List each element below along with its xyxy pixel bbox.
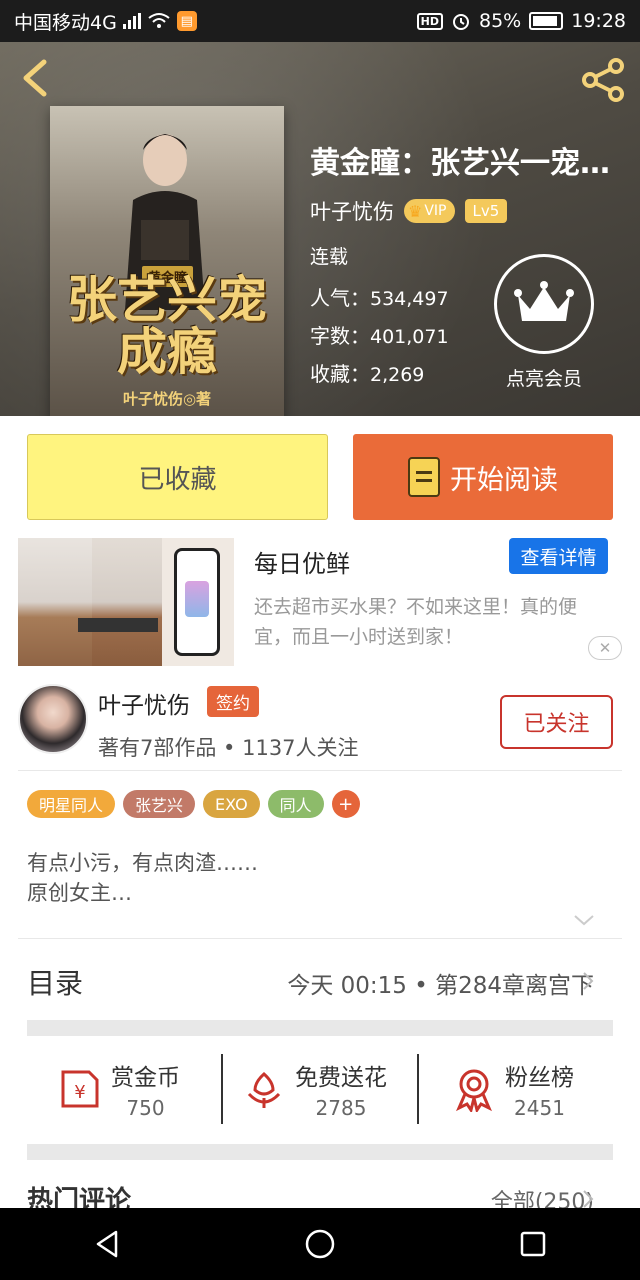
ad-image[interactable] <box>18 538 234 666</box>
crown-icon <box>514 281 574 321</box>
member-label[interactable]: 点亮会员 <box>480 364 608 391</box>
battery-percent: 85% <box>479 10 522 32</box>
fan-rank-stat[interactable]: 粉丝榜 2451 <box>451 1054 574 1124</box>
carrier-label: 中国移动4G <box>14 11 117 34</box>
all-comments-link[interactable]: 全部(250) <box>491 1184 594 1208</box>
nav-home-button[interactable] <box>290 1214 350 1274</box>
circle-home-icon <box>305 1229 335 1259</box>
tag-chip[interactable]: 明星同人 <box>27 790 116 818</box>
collect-stat: 收藏：2,269 <box>310 362 425 386</box>
section-separator <box>27 1020 613 1036</box>
book-icon <box>408 457 440 497</box>
popularity-stat: 人气：534,497 <box>310 286 449 310</box>
member-button[interactable] <box>494 254 594 354</box>
collected-button[interactable]: 已收藏 <box>27 434 328 520</box>
battery-icon <box>529 12 564 30</box>
nav-recents-button[interactable] <box>503 1214 563 1274</box>
wifi-icon <box>148 13 170 28</box>
share-icon[interactable] <box>580 56 628 104</box>
alarm-icon <box>453 14 469 30</box>
clock: 19:28 <box>571 10 626 32</box>
book-header: 黄金瞳 张艺兴宠成瘾 叶子忧伤◎著 黄金瞳：张艺兴一宠… 叶子忧伤 ♛ VIP L… <box>0 42 640 416</box>
serial-status: 连载 <box>310 246 349 268</box>
cover-title: 张艺兴宠成瘾 <box>67 270 267 381</box>
coin-icon: ¥ <box>61 1070 99 1108</box>
tag-chip[interactable]: 同人 <box>267 790 324 818</box>
start-reading-button[interactable]: 开始阅读 <box>353 434 613 520</box>
author-card-name[interactable]: 叶子忧伤 <box>98 686 190 720</box>
book-detail-body: 已收藏 开始阅读 每日优鲜 查看详情 还去超市买水果？不如来这里！真的便宜，而且… <box>0 416 640 1208</box>
ad-detail-button[interactable]: 查看详情 <box>509 538 608 574</box>
ad-close-button[interactable]: ✕ <box>588 636 622 660</box>
book-cover[interactable]: 黄金瞳 张艺兴宠成瘾 叶子忧伤◎著 <box>50 106 284 416</box>
system-nav-bar <box>0 1208 640 1280</box>
ad-title[interactable]: 每日优鲜 <box>254 544 350 579</box>
nav-back-button[interactable] <box>77 1214 137 1274</box>
svg-text:¥: ¥ <box>74 1082 85 1103</box>
chevron-down-icon[interactable] <box>572 912 596 928</box>
signal-icon <box>122 13 141 29</box>
follow-button[interactable]: 已关注 <box>500 695 613 749</box>
book-title: 黄金瞳：张艺兴一宠… <box>310 146 610 181</box>
divider <box>18 770 622 771</box>
medal-icon <box>456 1069 492 1112</box>
level-badge: Lv5 <box>464 199 508 223</box>
triangle-back-icon <box>96 1230 117 1258</box>
hd-icon: HD <box>416 12 443 30</box>
flower-stat[interactable]: 免费送花 2785 <box>241 1054 387 1124</box>
synopsis[interactable]: 有点小污，有点肉渣…… 原创女主… <box>27 848 258 908</box>
back-icon[interactable] <box>16 56 56 100</box>
word-count-stat: 字数：401,071 <box>310 324 449 348</box>
coin-stat[interactable]: ¥ 赏金币 750 <box>57 1054 180 1124</box>
square-recents-icon <box>521 1231 546 1257</box>
crown-icon: ♛ <box>408 201 423 221</box>
tag-list: 明星同人 张艺兴 EXO 同人 + <box>27 790 360 818</box>
chevron-right-icon[interactable] <box>582 971 594 991</box>
author-name[interactable]: 叶子忧伤 <box>310 196 394 226</box>
section-separator <box>27 1144 613 1160</box>
synopsis-line: 有点小污，有点肉渣…… <box>27 851 258 875</box>
author-avatar[interactable] <box>18 684 88 754</box>
toc-latest-chapter[interactable]: 今天 00:15 • 第284章离宫下 <box>287 966 594 1000</box>
stats-row: ¥ 赏金币 750 免费送花 2785 粉丝榜 2451 <box>27 1054 613 1124</box>
notification-icon: ▤ <box>176 11 197 31</box>
ad-description[interactable]: 还去超市买水果？不如来这里！真的便宜，而且一小时送到家！ <box>254 592 614 652</box>
chevron-right-icon[interactable] <box>582 1189 594 1208</box>
cover-author: 叶子忧伤◎著 <box>122 390 212 408</box>
tag-chip[interactable]: 张艺兴 <box>123 790 196 818</box>
author-info: 著有7部作品 • 1137人关注 <box>98 736 359 760</box>
add-tag-button[interactable]: + <box>331 790 360 818</box>
author-row: 叶子忧伤 ♛ VIP Lv5 <box>310 196 508 226</box>
flower-icon <box>247 1071 281 1108</box>
signed-badge: 签约 <box>207 686 259 717</box>
synopsis-line: 原创女主… <box>27 881 132 905</box>
toc-label[interactable]: 目录 <box>27 962 83 1002</box>
vip-badge: ♛ VIP <box>404 199 455 223</box>
divider <box>18 938 622 939</box>
status-bar: 中国移动4G ▤ HD 85% 19:28 <box>0 0 640 42</box>
hot-comments-label: 热门评论 <box>27 1186 132 1208</box>
tag-chip[interactable]: EXO <box>203 790 260 818</box>
